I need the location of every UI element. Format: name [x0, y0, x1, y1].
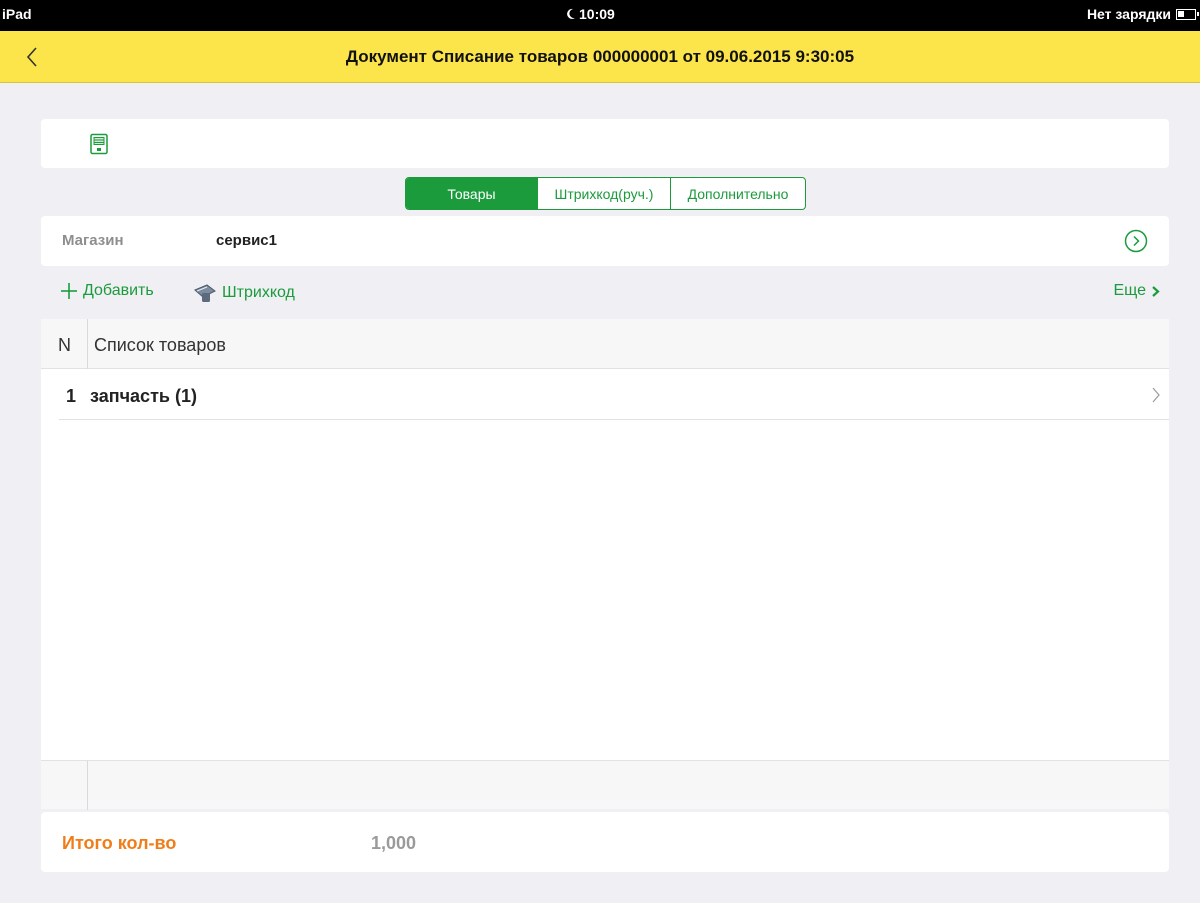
- row-number: 1: [66, 386, 77, 406]
- barcode-button[interactable]: Штрихкод: [193, 282, 295, 304]
- plus-icon: [61, 283, 77, 299]
- battery-status: Нет зарядки: [1086, 6, 1199, 22]
- total-label: Итого кол-во: [62, 833, 177, 853]
- total-value: 1,000: [371, 833, 417, 853]
- total-quantity: Итого кол-во 1,000: [41, 812, 1169, 872]
- device-label: iPad: [2, 6, 32, 22]
- circle-arrow-icon[interactable]: [1124, 229, 1148, 253]
- battery-icon: [1176, 8, 1199, 20]
- more-label: Еще: [1113, 282, 1146, 299]
- add-label: Добавить: [83, 282, 154, 299]
- moon-icon: [567, 8, 575, 19]
- scanner-icon: [194, 284, 216, 302]
- tab-additional[interactable]: Дополнительно: [670, 178, 805, 209]
- column-divider: [87, 761, 88, 810]
- time-text: 10:09: [579, 6, 615, 22]
- store-value[interactable]: сервис1: [216, 232, 277, 249]
- table-header: N Список товаров: [41, 319, 1169, 369]
- store-label: Магазин: [62, 232, 124, 249]
- table-row[interactable]: 1 запчасть (1): [59, 370, 1169, 420]
- tab-goods[interactable]: Товары: [406, 178, 537, 209]
- table-footer: [41, 760, 1169, 810]
- chevron-right-icon: [1152, 387, 1160, 403]
- more-button[interactable]: Еще: [1113, 282, 1160, 300]
- status-time: 10:09: [566, 6, 615, 22]
- column-header-n[interactable]: N: [58, 335, 71, 356]
- store-field: Магазин сервис1: [41, 216, 1169, 266]
- barcode-label: Штрихкод: [222, 284, 295, 301]
- page-title: Документ Списание товаров 000000001 от 0…: [345, 47, 855, 66]
- table-actions: Добавить Штрихкод Еще: [60, 282, 1160, 308]
- tab-barcode-manual[interactable]: Штрихкод(руч.): [537, 178, 670, 209]
- status-bar: iPad 10:09 Нет зарядки: [0, 0, 1200, 31]
- column-header-goods-list[interactable]: Список товаров: [94, 335, 226, 356]
- navigation-bar: Документ Списание товаров 000000001 от 0…: [0, 31, 1200, 83]
- command-bar: [41, 119, 1169, 168]
- goods-table: N Список товаров 1 запчасть (1): [41, 319, 1169, 810]
- column-divider: [87, 319, 88, 369]
- row-item-name: запчасть (1): [90, 386, 197, 406]
- chevron-right-icon: [1152, 285, 1160, 297]
- save-icon[interactable]: [88, 133, 110, 155]
- tab-bar: Товары Штрихкод(руч.) Дополнительно: [405, 177, 806, 210]
- charge-text: Нет зарядки: [1086, 6, 1171, 22]
- add-button[interactable]: Добавить: [60, 282, 154, 300]
